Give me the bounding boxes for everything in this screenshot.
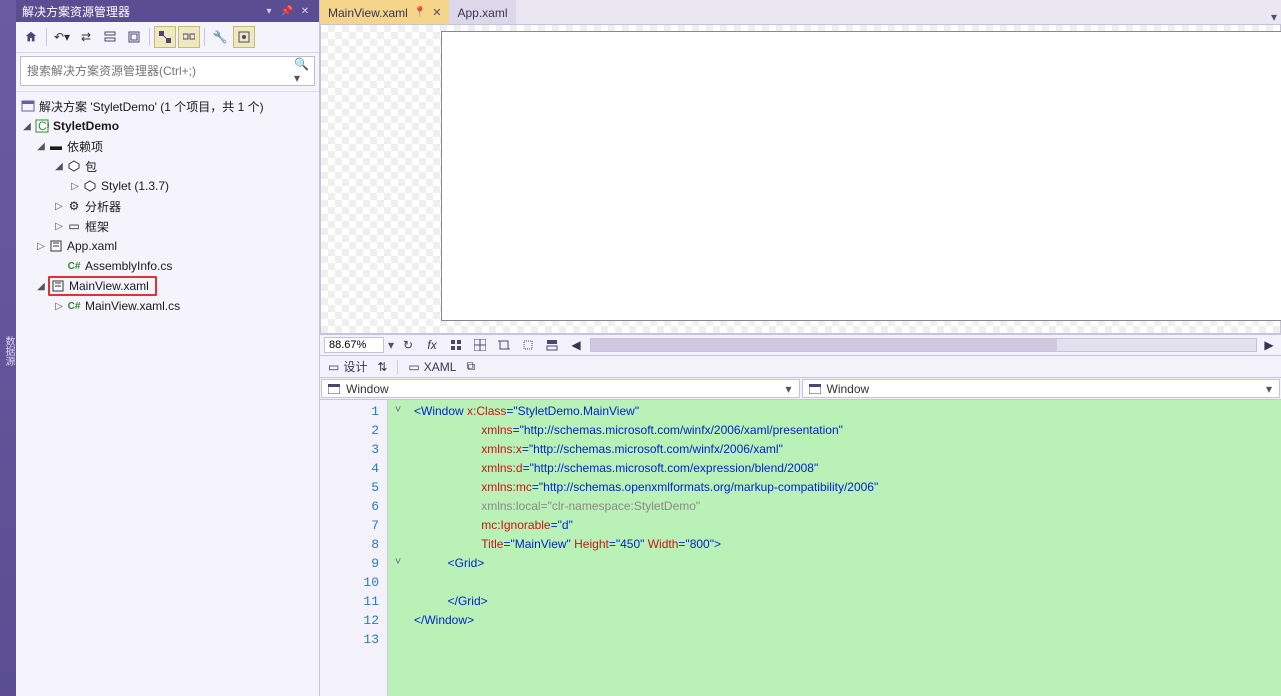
close-icon[interactable]: ✕	[432, 6, 441, 19]
fold-gutter[interactable]: ˅˅	[388, 400, 408, 696]
analyzer-icon: ⚙	[66, 198, 82, 214]
mainview-node[interactable]: ◢ MainView.xaml	[18, 276, 319, 296]
view-mode-1-icon[interactable]	[154, 26, 176, 48]
view-switch-bar: ▭ 设计 ⇅ ▭ XAML ⧉	[320, 356, 1281, 378]
collapse-arrow[interactable]: ▷	[52, 301, 66, 312]
xaml-tab[interactable]: ▭ XAML	[408, 360, 456, 374]
chevron-down-icon[interactable]: ▾	[783, 382, 795, 396]
framework-node[interactable]: ▷ ▭ 框架	[18, 216, 319, 236]
back-icon[interactable]: ↶▾	[51, 26, 73, 48]
deps-icon: ▬	[48, 138, 64, 154]
expand-arrow[interactable]: ◢	[34, 141, 48, 152]
chevron-down-icon[interactable]: ▾	[1263, 382, 1275, 396]
zoom-input[interactable]	[324, 337, 384, 353]
scope-combo-left[interactable]: Window ▾	[321, 379, 800, 398]
code-content[interactable]: <Window x:Class="StyletDemo.MainView" xm…	[408, 400, 1281, 696]
close-icon[interactable]: ✕	[297, 4, 313, 18]
expand-arrow[interactable]: ◢	[20, 121, 34, 132]
deps-node[interactable]: ◢ ▬ 依赖项	[18, 136, 319, 156]
search-icon[interactable]: 🔍▾	[294, 57, 314, 85]
sync-icon[interactable]: ⇄	[75, 26, 97, 48]
cs-icon: C#	[66, 298, 82, 314]
window-icon	[807, 382, 823, 396]
zoom-bar: ▾ ↻ fx ◀ ▶	[320, 334, 1281, 356]
package-icon	[66, 158, 82, 174]
stylet-node[interactable]: ▷ Stylet (1.3.7)	[18, 176, 319, 196]
swap-icon[interactable]: ⇅	[377, 360, 387, 374]
code-nav-bar: Window ▾ Window ▾	[320, 378, 1281, 400]
framework-icon: ▭	[66, 218, 82, 234]
grid1-icon[interactable]	[446, 336, 466, 354]
solution-search: 🔍▾	[16, 53, 319, 92]
project-node[interactable]: ◢ C# StyletDemo	[18, 116, 319, 136]
solution-title-bar[interactable]: 解决方案资源管理器 ▾ 📌 ✕	[16, 0, 319, 22]
mainview-cs-node[interactable]: ▷ C# MainView.xaml.cs	[18, 296, 319, 316]
tab-app[interactable]: App.xaml	[449, 0, 515, 24]
design-icon: ▭	[328, 360, 339, 374]
expand-arrow[interactable]: ◢	[52, 161, 66, 172]
collapse-arrow[interactable]: ▷	[52, 221, 66, 232]
scroll-right-icon[interactable]: ▶	[1261, 338, 1277, 352]
solution-tree: 解决方案 'StyletDemo' (1 个项目，共 1 个) ◢ C# Sty…	[16, 92, 319, 696]
xaml-designer[interactable]	[320, 24, 1281, 334]
collapse-arrow[interactable]: ▷	[34, 241, 48, 252]
grid2-icon[interactable]	[470, 336, 490, 354]
home-icon[interactable]	[20, 26, 42, 48]
collapsed-rail[interactable]: 数据源 工具箱 文档大纲	[0, 0, 16, 696]
pin-icon[interactable]: 📍	[414, 7, 426, 18]
xaml-icon	[48, 238, 64, 254]
xaml-icon: ▭	[408, 360, 419, 374]
refresh-icon[interactable]: ↻	[398, 336, 418, 354]
pkg-node[interactable]: ◢ 包	[18, 156, 319, 176]
solution-title: 解决方案资源管理器	[22, 3, 130, 20]
stack-icon[interactable]	[99, 26, 121, 48]
tabs-overflow[interactable]: ▾	[1271, 10, 1281, 24]
solution-toolbar: ↶▾ ⇄ 🔧	[16, 22, 319, 53]
solution-explorer: 解决方案资源管理器 ▾ 📌 ✕ ↶▾ ⇄ 🔧 🔍▾	[16, 0, 320, 696]
split-icon[interactable]	[542, 336, 562, 354]
collapse-arrow[interactable]: ▷	[52, 201, 66, 212]
design-canvas[interactable]	[441, 31, 1281, 321]
solution-icon	[20, 98, 36, 114]
tab-mainview[interactable]: MainView.xaml 📍 ✕	[320, 0, 449, 24]
preview-icon[interactable]	[233, 26, 255, 48]
rail-label-1: 数据源	[1, 336, 16, 366]
csproj-icon: C#	[34, 118, 50, 134]
horizontal-scrollbar[interactable]	[590, 338, 1257, 352]
analyzer-node[interactable]: ▷ ⚙ 分析器	[18, 196, 319, 216]
code-editor[interactable]: 12345678910111213 ˅˅ <Window x:Class="St…	[320, 400, 1281, 696]
fx-icon[interactable]: fx	[422, 336, 442, 354]
line-gutter: 12345678910111213	[320, 400, 388, 696]
design-tab[interactable]: ▭ 设计	[328, 358, 367, 375]
wrench-icon[interactable]: 🔧	[209, 26, 231, 48]
option-icon[interactable]	[518, 336, 538, 354]
app-xaml-node[interactable]: ▷ App.xaml	[18, 236, 319, 256]
package-icon	[82, 178, 98, 194]
editor-area: MainView.xaml 📍 ✕ App.xaml ▾ ▾ ↻ fx ◀ ▶	[320, 0, 1281, 696]
document-tabs: MainView.xaml 📍 ✕ App.xaml ▾	[320, 0, 1281, 24]
search-input[interactable]	[21, 57, 294, 85]
collapse-arrow[interactable]: ▷	[68, 181, 82, 192]
scope-combo-right[interactable]: Window ▾	[802, 379, 1281, 398]
view-mode-2-icon[interactable]	[178, 26, 200, 48]
window-icon	[326, 382, 342, 396]
svg-text:C#: C#	[38, 119, 49, 133]
expand-arrow[interactable]: ◢	[34, 281, 48, 292]
xaml-icon	[50, 278, 66, 294]
snap-icon[interactable]	[494, 336, 514, 354]
pin-icon[interactable]: 📌	[279, 4, 295, 18]
solution-root[interactable]: 解决方案 'StyletDemo' (1 个项目，共 1 个)	[18, 96, 319, 116]
scroll-left-icon[interactable]: ◀	[566, 336, 586, 354]
show-all-icon[interactable]	[123, 26, 145, 48]
cs-icon: C#	[66, 258, 82, 274]
dropdown-icon[interactable]: ▾	[261, 4, 277, 18]
asm-node[interactable]: ▷ C# AssemblyInfo.cs	[18, 256, 319, 276]
popout-icon[interactable]: ⧉	[466, 359, 475, 374]
